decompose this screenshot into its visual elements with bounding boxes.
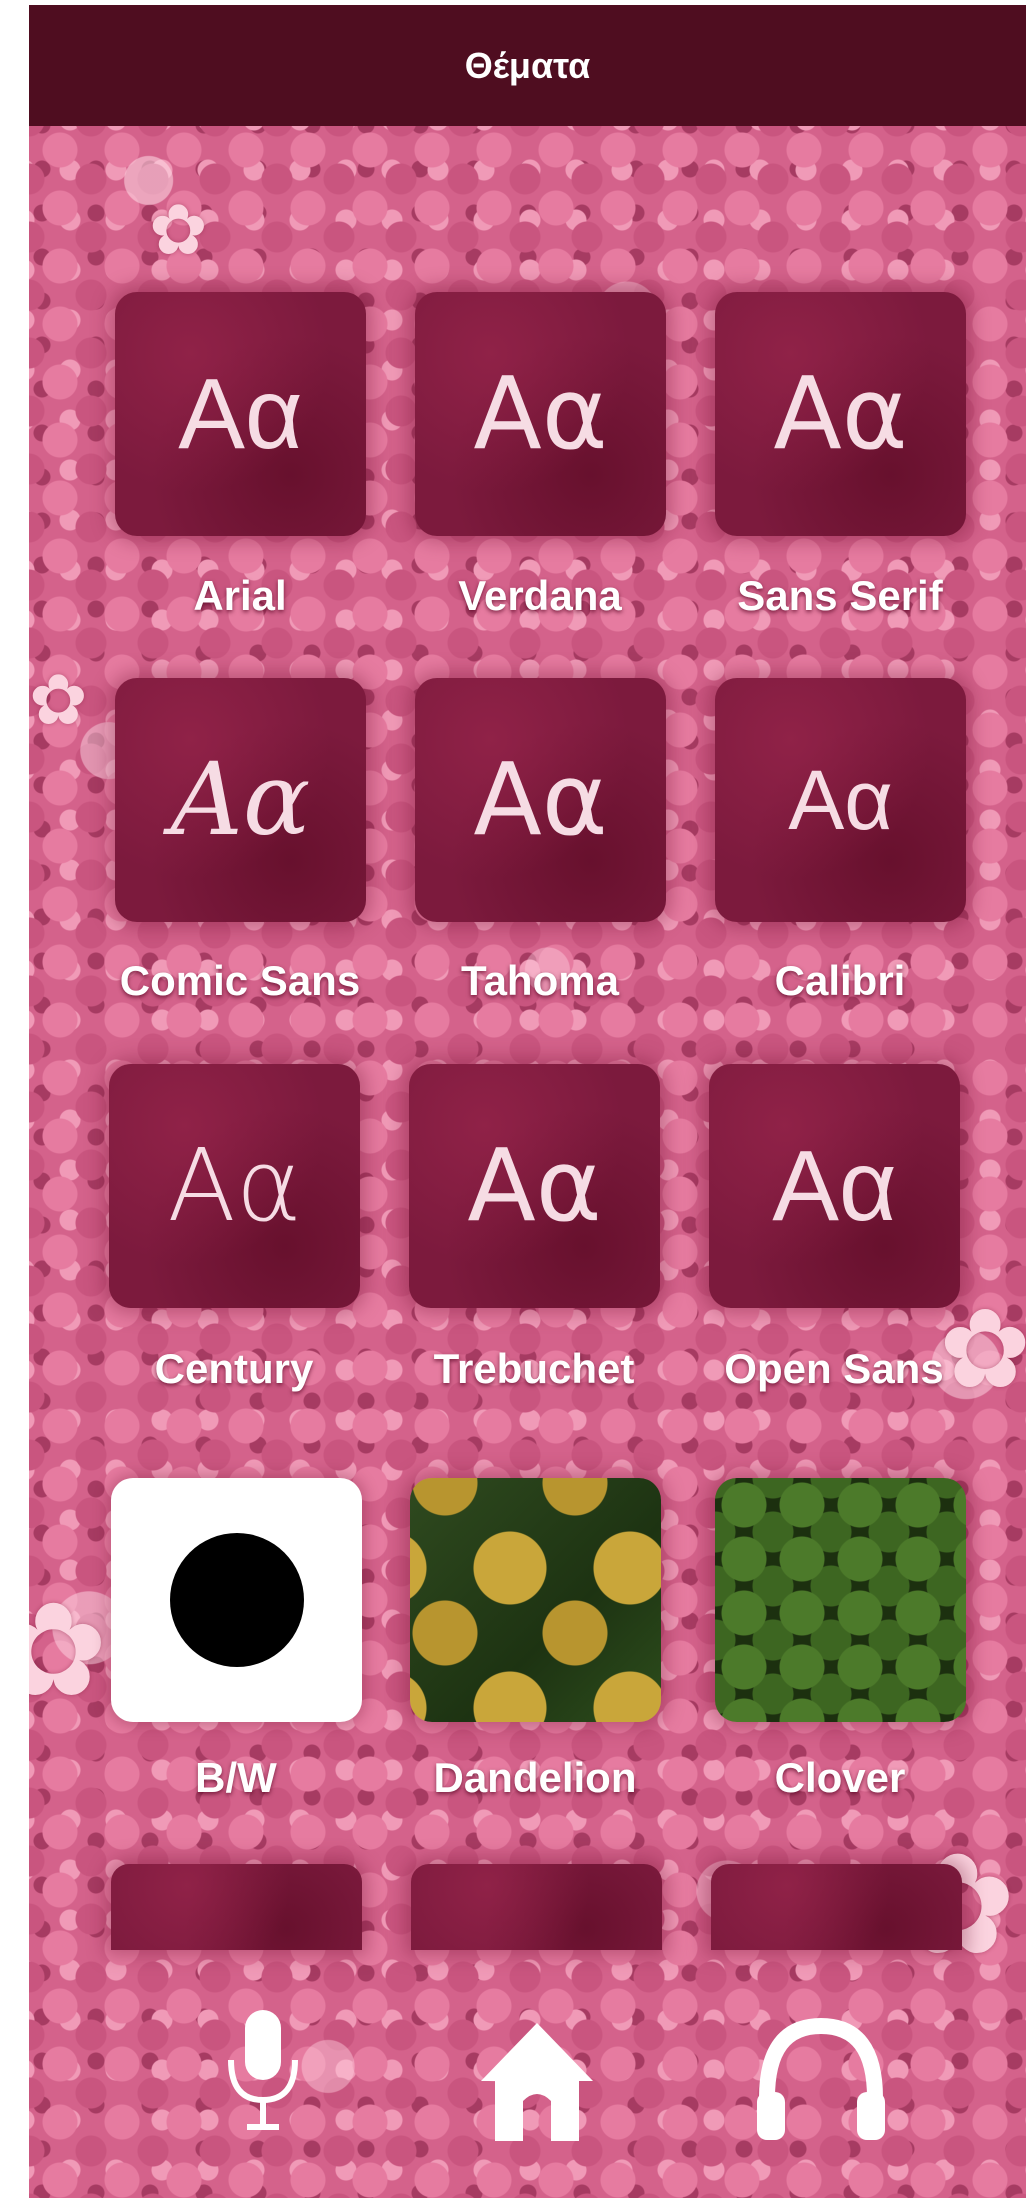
font-tile-sans-serif[interactable]: Aα bbox=[715, 292, 966, 536]
font-tile-comic-sans[interactable]: Aα bbox=[115, 678, 366, 922]
font-label-sans-serif: Sans Serif bbox=[737, 572, 943, 619]
font-label-comic-sans: Comic Sans bbox=[119, 957, 361, 1004]
font-tile-calibri[interactable]: Aα bbox=[715, 678, 966, 922]
flower-decoration: ✿ bbox=[29, 1577, 108, 1723]
font-tile-verdana[interactable]: Aα bbox=[415, 292, 666, 536]
black-circle-icon bbox=[169, 1533, 304, 1667]
header-bar: Θέματα bbox=[29, 5, 1026, 126]
font-label-verdana: Verdana bbox=[458, 572, 622, 619]
page-title: Θέματα bbox=[464, 44, 591, 86]
flower-decoration: ✿ bbox=[29, 661, 88, 739]
font-tile-trebuchet[interactable]: Aα bbox=[409, 1064, 660, 1308]
font-sample: Aα bbox=[788, 753, 893, 847]
font-sample: Aα bbox=[473, 355, 608, 472]
theme-tile-dandelion[interactable] bbox=[410, 1478, 661, 1722]
headphones-icon[interactable] bbox=[751, 2010, 891, 2145]
theme-label-dandelion: Dandelion bbox=[433, 1754, 637, 1801]
font-label-century: Century bbox=[154, 1345, 314, 1392]
home-icon[interactable] bbox=[475, 2015, 599, 2145]
font-sample: Aα bbox=[170, 741, 311, 858]
font-label-trebuchet: Trebuchet bbox=[433, 1345, 635, 1392]
theme-tile-clover[interactable] bbox=[715, 1478, 966, 1722]
tile-partial[interactable] bbox=[111, 1864, 362, 1950]
tile-partial[interactable] bbox=[411, 1864, 662, 1950]
theme-label-bw: B/W bbox=[195, 1754, 277, 1801]
tile-partial[interactable] bbox=[711, 1864, 962, 1950]
font-sample: Aα bbox=[178, 358, 303, 470]
font-label-arial: Arial bbox=[193, 572, 287, 619]
font-label-calibri: Calibri bbox=[774, 957, 906, 1004]
theme-tile-bw[interactable] bbox=[111, 1478, 362, 1722]
font-tile-open-sans[interactable]: Aα bbox=[709, 1064, 960, 1308]
font-label-open-sans: Open Sans bbox=[724, 1345, 944, 1392]
font-sample: Aα bbox=[772, 1130, 897, 1242]
font-sample: Aα bbox=[773, 355, 908, 472]
flower-decoration: ✿ bbox=[149, 191, 208, 269]
font-tile-tahoma[interactable]: Aα bbox=[415, 678, 666, 922]
microphone-icon[interactable] bbox=[223, 2005, 303, 2135]
font-tile-century[interactable]: Aα bbox=[109, 1064, 360, 1308]
font-label-tahoma: Tahoma bbox=[461, 957, 619, 1004]
font-sample: Aα bbox=[473, 741, 608, 858]
theme-label-clover: Clover bbox=[774, 1754, 906, 1801]
font-tile-arial[interactable]: Aα bbox=[115, 292, 366, 536]
app-screen: ✿ ✿ ✿ ✿ ✿ Θέματα Aα Arial Aα Verdana Aα … bbox=[29, 5, 1026, 2198]
font-sample: Aα bbox=[467, 1127, 602, 1244]
font-sample: Aα bbox=[167, 1127, 302, 1244]
